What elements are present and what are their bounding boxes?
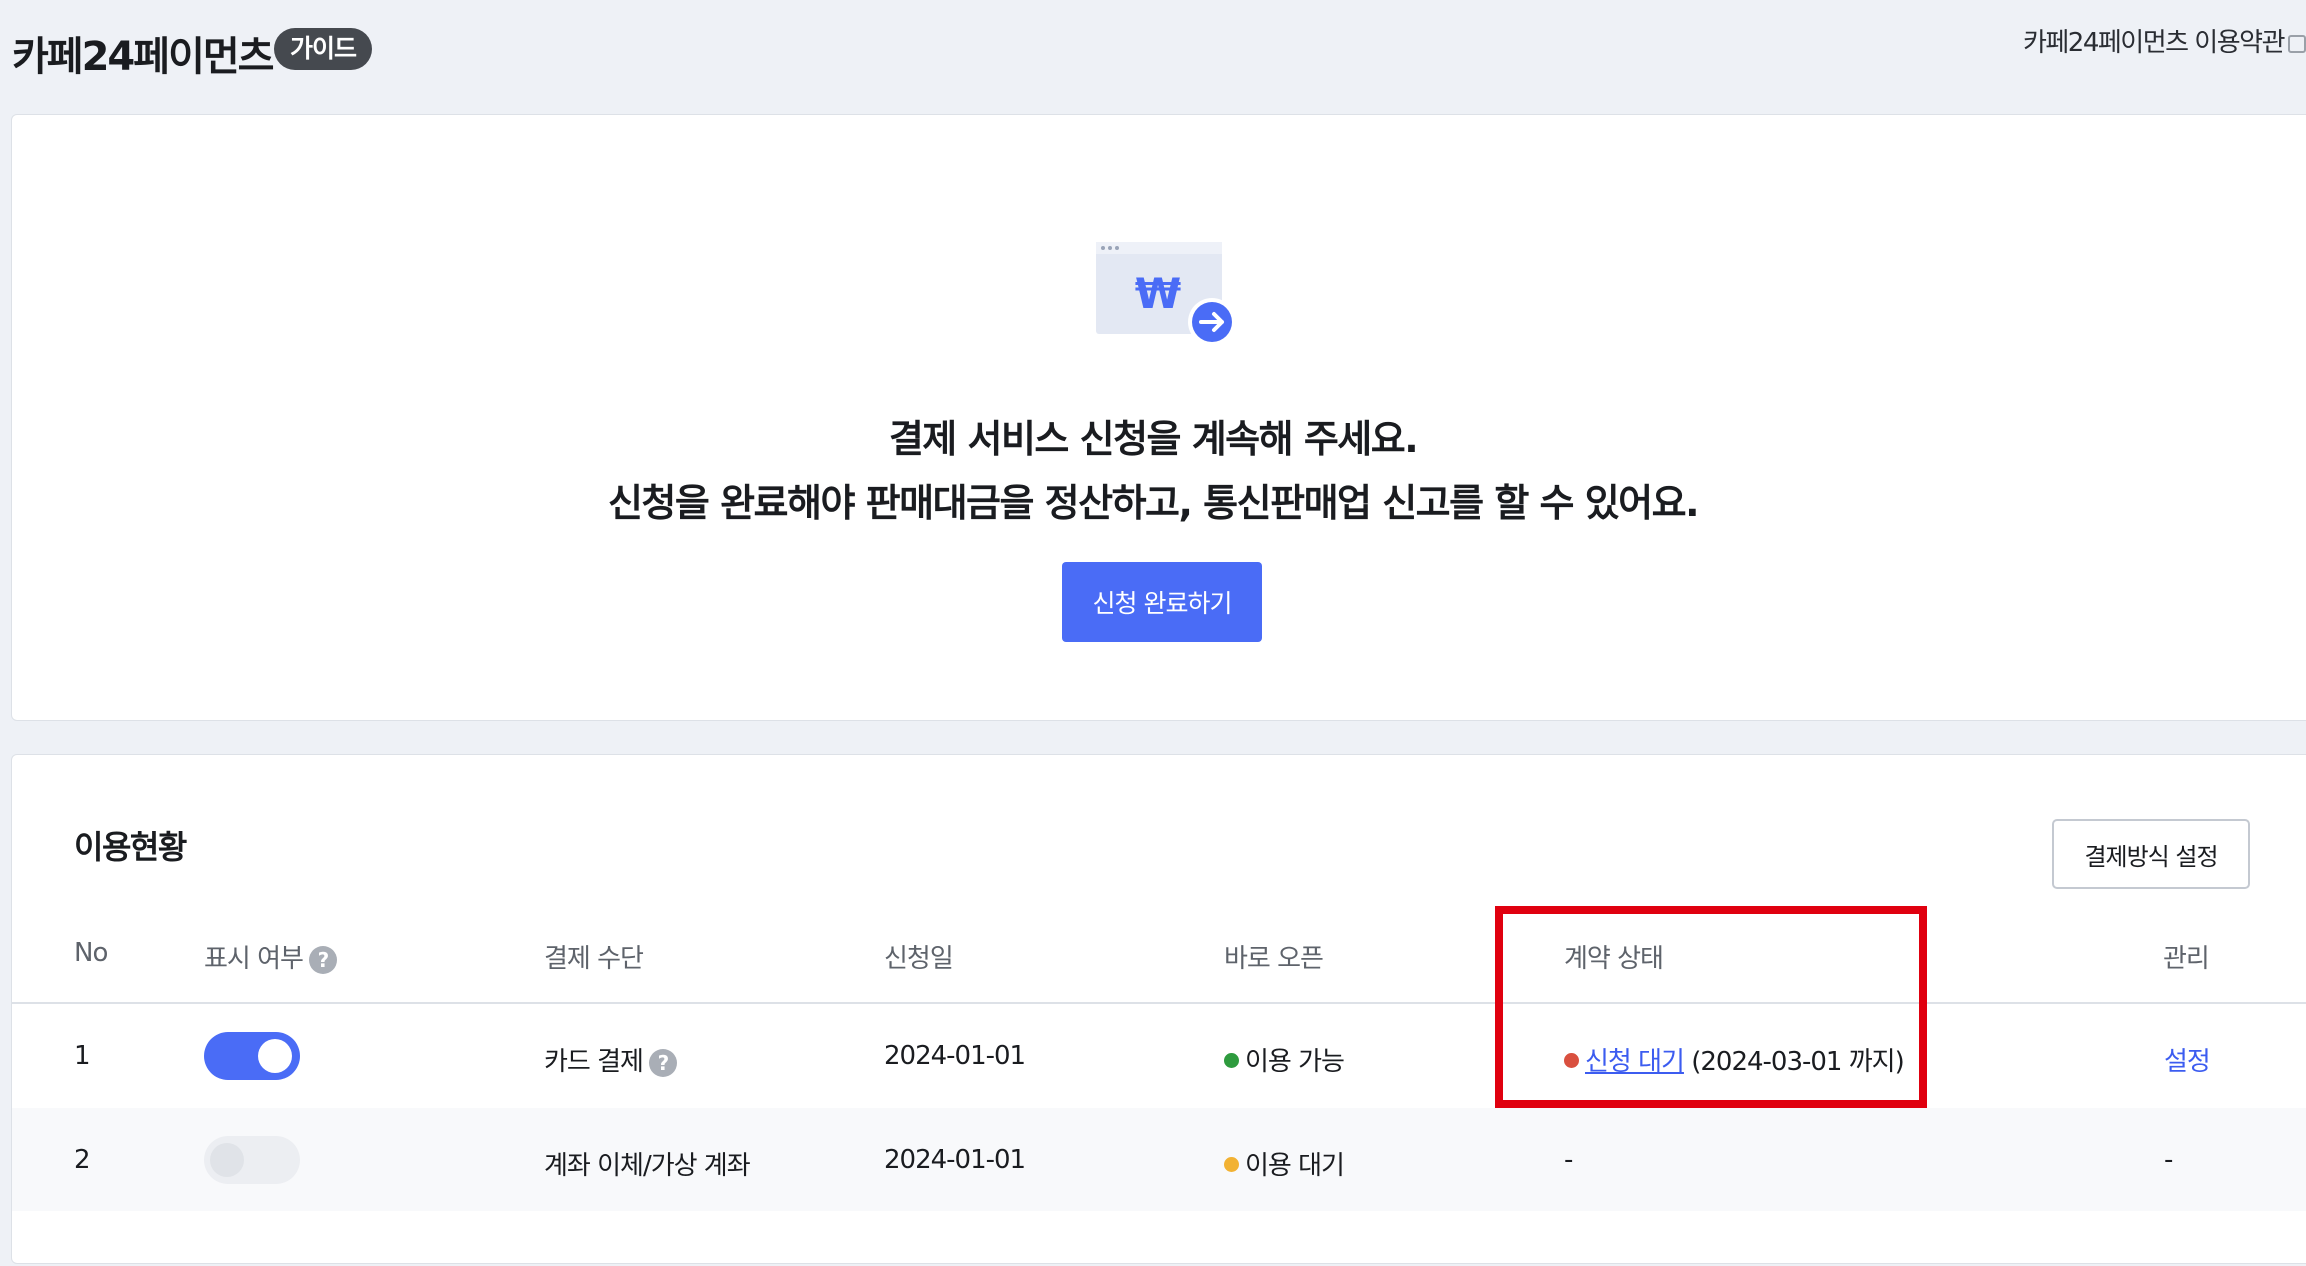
row1-display-toggle[interactable] <box>204 1032 300 1080</box>
banner-message-line2: 신청을 완료해야 판매대금을 정산하고, 통신판매업 신고를 할 수 있어요. <box>607 481 1700 525</box>
column-header-method: 결제 수단 <box>544 944 644 974</box>
terms-link[interactable]: 카페24페이먼츠 이용약관 <box>2023 22 2306 59</box>
contract-status-highlight <box>1495 906 1927 1108</box>
row2-manage: - <box>2164 1145 2173 1175</box>
won-sign-icon: ₩ <box>1135 269 1181 318</box>
help-icon[interactable]: ? <box>648 1048 677 1077</box>
banner-message-line1: 결제 서비스 신청을 계속해 주세요. <box>888 417 1419 461</box>
row2-date: 2024-01-01 <box>884 1145 1026 1175</box>
column-header-display-label: 표시 여부 <box>204 944 304 974</box>
row2-contract-status: - <box>1564 1145 1573 1175</box>
terms-link-label: 카페24페이먼츠 이용약관 <box>2022 28 2286 58</box>
page-header: 카페24페이먼츠 가이드 카페24페이먼츠 이용약관 <box>0 0 2306 112</box>
row1-no: 1 <box>74 1041 91 1071</box>
column-header-no: No <box>74 938 108 968</box>
row2-no: 2 <box>74 1145 91 1175</box>
status-dot-icon <box>1224 1053 1239 1068</box>
external-link-icon <box>2288 34 2306 53</box>
row1-settings-link[interactable]: 설정 <box>2164 1041 2211 1078</box>
page-title: 카페24페이먼츠 <box>12 34 274 80</box>
row1-open-status: 이용 가능 <box>1224 1041 1345 1078</box>
row1-open-label: 이용 가능 <box>1245 1047 1345 1077</box>
payment-window-illustration: ₩ <box>1096 242 1236 346</box>
row2-method: 계좌 이체/가상 계좌 <box>544 1151 751 1181</box>
row2-open-label: 이용 대기 <box>1245 1151 1345 1181</box>
status-dot-icon <box>1224 1157 1239 1172</box>
complete-application-button[interactable]: 신청 완료하기 <box>1062 562 1262 642</box>
usage-status-title: 이용현황 <box>74 828 187 866</box>
table-row <box>12 1108 2306 1211</box>
row1-method-label: 카드 결제 <box>544 1047 644 1077</box>
row2-display-toggle[interactable] <box>204 1136 300 1184</box>
help-icon[interactable]: ? <box>308 945 337 974</box>
column-header-manage: 관리 <box>2163 944 2210 974</box>
row2-open-status: 이용 대기 <box>1224 1145 1345 1182</box>
guide-badge[interactable]: 가이드 <box>274 28 373 70</box>
row1-method: 카드 결제? <box>544 1041 677 1078</box>
toggle-knob <box>210 1143 244 1177</box>
toggle-knob <box>258 1039 292 1073</box>
payment-method-settings-button[interactable]: 결제방식 설정 <box>2052 819 2250 889</box>
column-header-date: 신청일 <box>884 944 954 974</box>
row1-date: 2024-01-01 <box>884 1041 1026 1071</box>
column-header-open: 바로 오픈 <box>1224 944 1324 974</box>
column-header-display: 표시 여부? <box>204 938 337 975</box>
table-header-divider <box>12 1002 2306 1004</box>
